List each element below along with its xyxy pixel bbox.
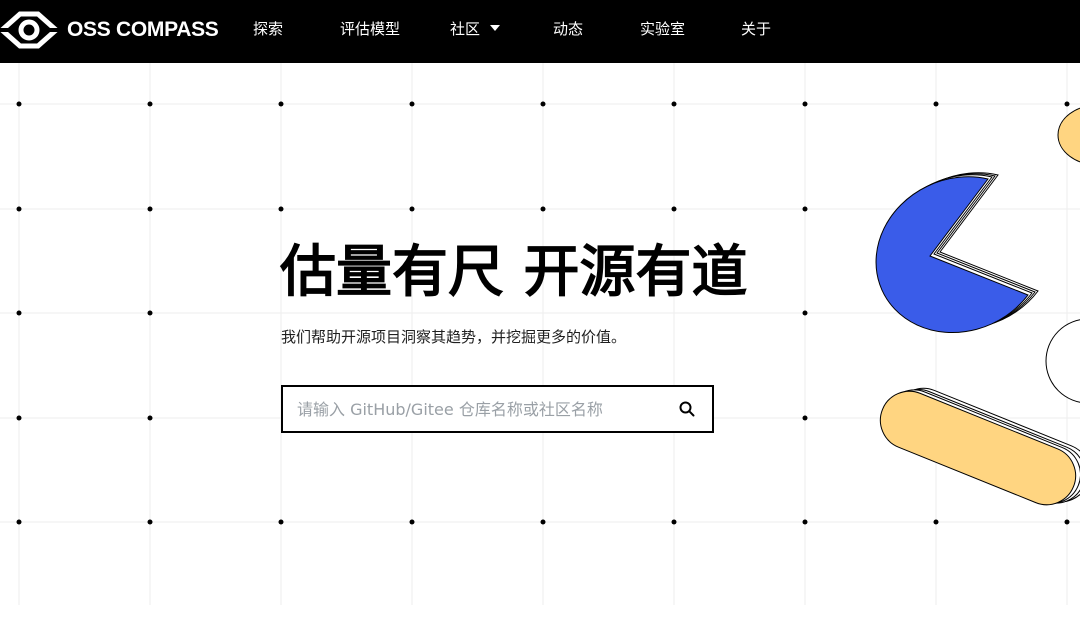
nav-lab-label: 实验室 [640,20,686,38]
hero-subtitle: 我们帮助开源项目洞察其趋势，并挖掘更多的价值。 [281,328,627,346]
nav-about-label: 关于 [741,20,772,38]
hero-title: 估量有尺 开源有道 [280,240,748,305]
logo[interactable] [0,8,58,52]
white-circle-shape [1045,319,1080,403]
hero-section: 估量有尺 开源有道 我们帮助开源项目洞察其趋势，并挖掘更多的价值。 [0,63,1080,634]
brand-name[interactable]: OSS COMPASS [67,19,219,40]
search-box [281,385,714,433]
nav-community-label: 社区 [450,20,481,38]
search-icon [679,401,695,417]
caret-down-icon [490,25,501,31]
nav-lab[interactable]: 实验室 [640,20,685,38]
nav-community[interactable]: 社区 [450,20,501,38]
nav-explore-label: 探索 [253,20,284,38]
pie-chart-shape [875,172,1039,333]
search-button[interactable] [662,387,712,431]
decorative-shapes [875,107,1080,506]
search-input[interactable] [283,387,663,431]
nav-news-label: 动态 [553,20,584,38]
nav-news[interactable]: 动态 [553,20,583,38]
capsule-shape [879,387,1080,506]
nav-about[interactable]: 关于 [741,20,771,38]
nav-explore[interactable]: 探索 [253,20,283,38]
eye-compass-logo-icon [0,11,58,49]
nav-evaluation-model[interactable]: 评估模型 [340,20,400,38]
nav-evaluation-model-label: 评估模型 [340,20,401,38]
yellow-blob-shape [1057,107,1080,163]
top-navbar: OSS COMPASS 探索 评估模型 社区 动态 实验室 关于 [0,0,1080,63]
